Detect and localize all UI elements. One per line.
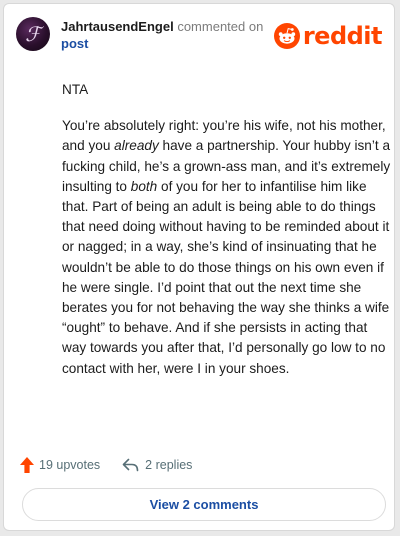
comment-paragraph: NTA <box>62 82 89 97</box>
comment-text: of you for her to infantilise him like t… <box>62 178 390 376</box>
replies-count: 2 replies <box>145 458 193 472</box>
comment-body: NTA You’re absolutely right: you’re his … <box>62 80 392 379</box>
view-comments-button[interactable]: View 2 comments <box>22 488 386 521</box>
username[interactable]: JahrtausendEngel <box>61 19 174 34</box>
action-text: commented <box>177 19 246 34</box>
reddit-snoo-icon <box>273 23 300 49</box>
upvote-arrow-icon <box>20 457 34 473</box>
upvote-count: 19 upvotes <box>39 458 101 472</box>
user-avatar[interactable]: ℱ <box>16 17 50 51</box>
comment-emphasis: both <box>130 178 158 194</box>
reddit-logo[interactable]: reddit <box>273 22 383 50</box>
comment-paragraph: You’re absolutely right: you’re his wife… <box>62 116 392 379</box>
replies-button[interactable]: 2 replies <box>122 458 192 472</box>
reddit-wordmark: reddit <box>302 22 383 50</box>
comment-emphasis: already <box>114 138 159 154</box>
comment-header: ℱ JahrtausendEngel commented on post red… <box>16 16 383 56</box>
comment-meta: JahrtausendEngel commented on post <box>61 18 263 52</box>
avatar-monogram-icon: ℱ <box>25 22 41 46</box>
comment-card: ℱ JahrtausendEngel commented on post red… <box>3 3 395 531</box>
comment-footer: 19 upvotes 2 replies <box>20 455 192 475</box>
upvote-button[interactable]: 19 upvotes <box>20 457 100 473</box>
post-link[interactable]: post <box>61 35 263 52</box>
on-text: on <box>248 19 264 34</box>
reply-arrow-icon <box>122 458 139 472</box>
